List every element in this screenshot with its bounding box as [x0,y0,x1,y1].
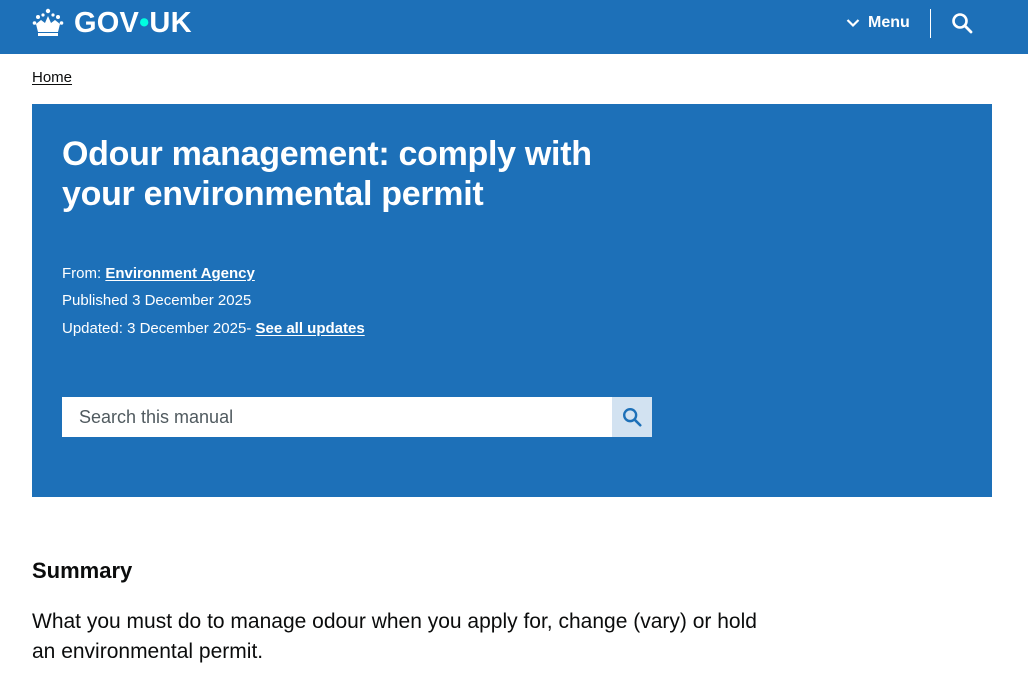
menu-button[interactable]: Menu [846,12,910,34]
search-icon [623,408,642,427]
summary-text: What you must do to manage odour when yo… [32,610,757,663]
menu-label: Menu [868,14,910,31]
see-all-updates-link[interactable]: See all updates [255,320,364,337]
page-hero: Odour management: comply with your envir… [32,104,992,497]
published-label: Published [62,292,128,309]
summary-heading: Summary [32,558,133,583]
from-label: From: [62,265,102,282]
manual-search-form [62,397,652,437]
manual-search-input[interactable] [62,397,612,437]
header-divider [930,9,931,38]
search-icon[interactable] [950,11,974,35]
updated-label: Updated: [62,320,123,337]
logo-text: GOV•UK [74,7,192,39]
updated-row: Updated: 3 December 2025- See all update… [62,319,365,339]
updated-separator: - [246,320,252,337]
manual-search-button[interactable] [612,397,652,437]
chevron-down-icon [846,19,860,28]
from-organisation-link[interactable]: Environment Agency [105,265,254,282]
page-title: Odour management: comply with your envir… [62,135,592,213]
breadcrumb-home-link[interactable]: Home [32,69,72,86]
crown-icon [32,8,64,36]
updated-date: 3 December 2025 [127,320,247,337]
govuk-logo-link[interactable]: GOV•UK [32,6,192,40]
published-row: Published 3 December 2025 [62,291,251,311]
from-row: From: Environment Agency [62,264,255,284]
published-date: 3 December 2025 [132,292,252,309]
logo-dot: • [139,7,150,39]
site-header: GOV•UK Menu [0,0,1028,54]
